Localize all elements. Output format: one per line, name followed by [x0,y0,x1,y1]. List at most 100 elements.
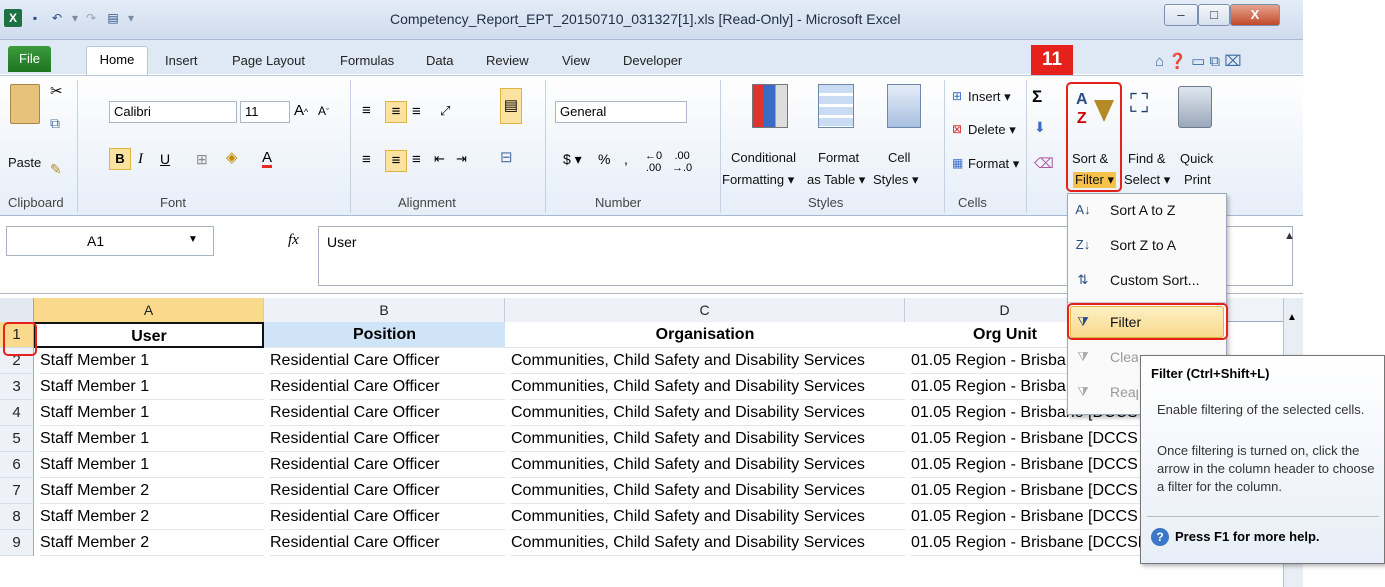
autosum-icon[interactable]: Σ [1032,88,1042,105]
qat-dropdown-icon[interactable]: ▾ [122,9,140,27]
tab-view[interactable]: View [562,53,590,68]
format-as-table-label-1[interactable]: Format [818,150,859,165]
table-cell[interactable]: Residential Care Officer [270,504,505,530]
formula-bar-collapse-icon[interactable]: ▲ [1284,230,1295,242]
row-header[interactable]: 4 [0,400,34,426]
table-cell[interactable]: Staff Member 1 [40,374,264,400]
name-box[interactable]: A1 [6,226,214,256]
help-icons[interactable]: ⌂ ❓ ▭ ⧉ ⌧ [1155,52,1242,70]
cut-icon[interactable]: ✂ [50,84,63,99]
conditional-formatting-label-2[interactable]: Formatting ▾ [722,172,794,188]
menu-reapply[interactable]: Reap [1068,375,1138,409]
align-bottom-icon[interactable]: ≡ [412,104,421,119]
table-cell[interactable]: Communities, Child Safety and Disability… [511,452,905,478]
table-cell[interactable]: Staff Member 2 [40,478,264,504]
format-as-table-icon[interactable] [818,84,854,128]
delete-button[interactable]: Delete ▾ [968,122,1016,138]
format-cells-icon[interactable]: ▦ [952,157,963,169]
column-header-b[interactable]: B [264,298,505,322]
fill-color-icon[interactable]: ◈ [226,150,238,165]
increase-decimal-icon[interactable]: ←0.00 [645,150,662,174]
bold-icon[interactable]: B [109,148,131,170]
format-as-table-label-2[interactable]: as Table ▾ [807,172,865,188]
table-cell[interactable]: Residential Care Officer [270,530,505,556]
cell-styles-label-1[interactable]: Cell [888,150,910,165]
tab-home[interactable]: Home [86,46,148,76]
table-cell[interactable]: Staff Member 1 [40,348,264,374]
insert-cells-icon[interactable]: ⊞ [952,90,962,102]
italic-icon[interactable]: I [138,152,143,167]
fx-icon[interactable]: fx [288,232,299,249]
conditional-formatting-label-1[interactable]: Conditional [731,150,796,165]
menu-sort-a-to-z[interactable]: Sort A to Z [1068,193,1226,227]
table-cell[interactable]: Communities, Child Safety and Disability… [511,478,905,504]
tab-insert[interactable]: Insert [165,53,198,68]
excel-icon[interactable]: X [4,9,22,27]
tab-file[interactable]: File [8,46,51,72]
table-cell[interactable]: Residential Care Officer [270,400,505,426]
currency-icon[interactable]: $ ▾ [563,152,582,166]
maximize-button[interactable]: □ [1198,4,1230,26]
decrease-indent-icon[interactable]: ⇤ [434,152,445,165]
shrink-font-icon[interactable]: Aˇ [318,105,329,117]
name-box-dropdown-icon[interactable]: ▼ [188,234,198,245]
tab-formulas[interactable]: Formulas [340,53,394,68]
quick-print-label-1[interactable]: Quick [1180,151,1213,166]
table-cell[interactable]: Residential Care Officer [270,478,505,504]
align-center-icon[interactable]: ≡ [385,150,407,172]
table-cell[interactable]: Staff Member 2 [40,530,264,556]
copy-icon[interactable]: ⧉ [50,116,60,130]
format-button[interactable]: Format ▾ [968,156,1019,172]
align-top-icon[interactable]: ≡ [362,103,371,118]
redo-icon[interactable]: ↷ [82,9,100,27]
table-cell[interactable]: Communities, Child Safety and Disability… [511,504,905,530]
tab-developer[interactable]: Developer [623,53,682,68]
align-right-icon[interactable]: ≡ [412,152,421,167]
table-cell[interactable]: Communities, Child Safety and Disability… [511,426,905,452]
find-select-label-2[interactable]: Select ▾ [1124,172,1170,188]
close-button[interactable]: X [1230,4,1280,26]
table-cell[interactable]: Communities, Child Safety and Disability… [511,400,905,426]
select-all-corner[interactable] [0,298,34,322]
percent-icon[interactable]: % [598,152,610,166]
table-cell[interactable]: Staff Member 1 [40,426,264,452]
row-header[interactable]: 7 [0,478,34,504]
paste-icon[interactable] [10,84,40,124]
align-left-icon[interactable]: ≡ [362,152,371,167]
tab-data[interactable]: Data [426,53,453,68]
clear-icon[interactable]: ⌫ [1034,156,1054,170]
row-header[interactable]: 9 [0,530,34,556]
header-cell-organisation[interactable]: Organisation [505,322,905,348]
wrap-text-icon[interactable]: ▤ [500,88,522,124]
orientation-icon[interactable]: ⤢ [440,104,450,117]
table-cell[interactable]: Residential Care Officer [270,426,505,452]
font-size-combo[interactable]: 11 [240,101,290,123]
align-middle-icon[interactable]: ≡ [385,101,407,123]
table-cell[interactable]: Communities, Child Safety and Disability… [511,374,905,400]
minimize-button[interactable]: – [1164,4,1198,26]
table-cell[interactable]: Communities, Child Safety and Disability… [511,348,905,374]
column-header-a[interactable]: A [34,298,264,322]
table-cell[interactable]: Residential Care Officer [270,374,505,400]
font-color-icon[interactable]: A [262,150,273,168]
format-painter-icon[interactable]: ✎ [50,162,62,176]
column-header-c[interactable]: C [505,298,905,322]
borders-icon[interactable]: ⊞ [196,152,208,166]
increase-indent-icon[interactable]: ⇥ [456,152,467,165]
fill-icon[interactable]: ⬇ [1034,120,1046,134]
menu-sort-z-to-a[interactable]: Sort Z to A [1068,228,1226,262]
table-cell[interactable]: Staff Member 1 [40,400,264,426]
delete-cells-icon[interactable]: ⊠ [952,123,962,135]
row-header[interactable]: 8 [0,504,34,530]
table-cell[interactable]: Residential Care Officer [270,348,505,374]
table-cell[interactable]: Residential Care Officer [270,452,505,478]
save-icon[interactable]: ▪ [26,9,44,27]
menu-custom-sort[interactable]: Custom Sort... [1068,263,1226,297]
menu-clear[interactable]: Clea [1068,340,1138,374]
binoculars-icon[interactable]: ⛶ [1130,90,1148,116]
grow-font-icon[interactable]: A^ [294,103,308,118]
table-cell[interactable]: Staff Member 2 [40,504,264,530]
merge-center-icon[interactable]: ⊟ [500,150,513,165]
row-header[interactable]: 3 [0,374,34,400]
quick-print-icon[interactable] [1178,86,1212,128]
